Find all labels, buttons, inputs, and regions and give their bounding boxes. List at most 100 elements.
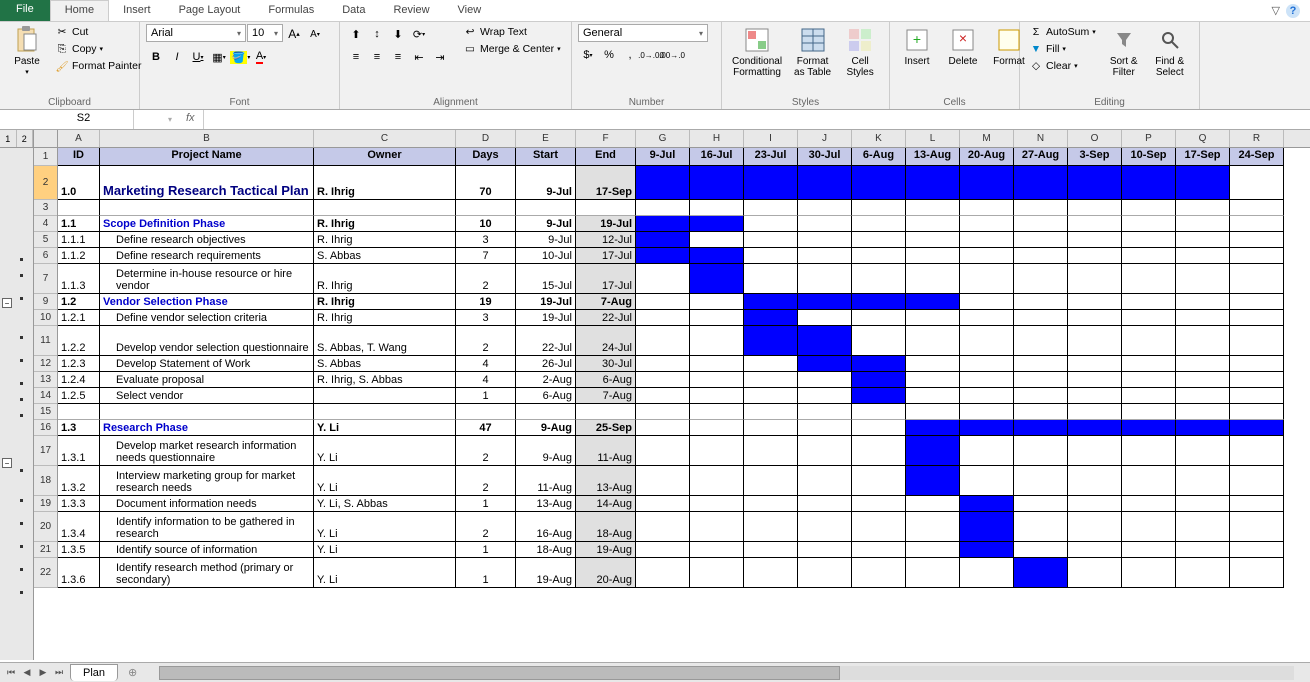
cell[interactable]: 26-Jul xyxy=(516,356,576,372)
cell[interactable] xyxy=(1230,558,1284,588)
col-header-B[interactable]: B xyxy=(100,130,314,147)
cell[interactable] xyxy=(852,404,906,420)
outline-level-2[interactable]: 2 xyxy=(17,130,34,147)
cell[interactable] xyxy=(576,404,636,420)
cell[interactable] xyxy=(906,356,960,372)
cell[interactable] xyxy=(1014,326,1068,356)
col-header-I[interactable]: I xyxy=(744,130,798,147)
horizontal-scrollbar[interactable] xyxy=(159,666,1294,680)
cell[interactable] xyxy=(960,232,1014,248)
tab-review[interactable]: Review xyxy=(379,0,443,21)
cell[interactable] xyxy=(1176,466,1230,496)
cell[interactable] xyxy=(1176,200,1230,216)
cell[interactable] xyxy=(690,310,744,326)
cell[interactable] xyxy=(314,388,456,404)
cell[interactable] xyxy=(1068,216,1122,232)
cell[interactable] xyxy=(1014,512,1068,542)
header-cell[interactable]: 6-Aug xyxy=(852,148,906,166)
cell[interactable]: 22-Jul xyxy=(516,326,576,356)
cell[interactable]: 3 xyxy=(456,232,516,248)
cell[interactable]: 17-Jul xyxy=(576,264,636,294)
cell[interactable] xyxy=(906,326,960,356)
formula-input[interactable] xyxy=(204,110,1310,129)
cell[interactable]: R. Ihrig xyxy=(314,216,456,232)
cell[interactable] xyxy=(1014,232,1068,248)
cell[interactable] xyxy=(744,436,798,466)
header-cell[interactable]: Project Name xyxy=(100,148,314,166)
font-size-combo[interactable]: 10▾ xyxy=(247,24,283,42)
cell[interactable]: 7-Aug xyxy=(576,294,636,310)
cell[interactable]: 1.1.1 xyxy=(58,232,100,248)
cell[interactable] xyxy=(1014,420,1068,436)
cell[interactable]: R. Ihrig xyxy=(314,294,456,310)
cell[interactable] xyxy=(1230,264,1284,294)
cell[interactable]: 7-Aug xyxy=(576,388,636,404)
cell[interactable] xyxy=(906,166,960,200)
cell[interactable]: R. Ihrig xyxy=(314,166,456,200)
fx-button[interactable]: fx xyxy=(178,110,204,129)
cell[interactable] xyxy=(798,294,852,310)
font-name-combo[interactable]: Arial▾ xyxy=(146,24,246,42)
cell[interactable]: Interview marketing group for market res… xyxy=(100,466,314,496)
cell[interactable] xyxy=(1068,310,1122,326)
cell[interactable] xyxy=(852,200,906,216)
cell[interactable] xyxy=(1230,248,1284,264)
percent-button[interactable]: % xyxy=(599,45,619,65)
name-box[interactable]: S2 xyxy=(34,110,134,129)
cell[interactable] xyxy=(1068,326,1122,356)
cell[interactable] xyxy=(1230,372,1284,388)
paste-button[interactable]: Paste▾ xyxy=(6,24,48,79)
row-header-9[interactable]: 9 xyxy=(34,294,57,310)
cell[interactable] xyxy=(516,200,576,216)
cell[interactable] xyxy=(636,166,690,200)
cell[interactable] xyxy=(744,232,798,248)
cell[interactable] xyxy=(1176,356,1230,372)
cell[interactable] xyxy=(1176,404,1230,420)
cell[interactable] xyxy=(690,248,744,264)
cell[interactable] xyxy=(1068,388,1122,404)
row-header-19[interactable]: 19 xyxy=(34,496,57,512)
cell[interactable] xyxy=(1176,512,1230,542)
align-right-button[interactable]: ≡ xyxy=(388,47,408,67)
cell[interactable]: 16-Aug xyxy=(516,512,576,542)
cell[interactable]: R. Ihrig, S. Abbas xyxy=(314,372,456,388)
cell[interactable]: 6-Aug xyxy=(576,372,636,388)
cell[interactable] xyxy=(798,232,852,248)
col-header-G[interactable]: G xyxy=(636,130,690,147)
cell[interactable] xyxy=(1230,216,1284,232)
cell[interactable] xyxy=(1068,166,1122,200)
cell[interactable] xyxy=(852,558,906,588)
cell[interactable]: 15-Jul xyxy=(516,264,576,294)
cell[interactable] xyxy=(906,420,960,436)
cell[interactable]: 2 xyxy=(456,264,516,294)
cell[interactable] xyxy=(798,558,852,588)
header-cell[interactable]: 23-Jul xyxy=(744,148,798,166)
insert-cells-button[interactable]: +Insert xyxy=(896,24,938,69)
cell[interactable] xyxy=(636,310,690,326)
row-header-10[interactable]: 10 xyxy=(34,310,57,326)
cell[interactable]: Develop Statement of Work xyxy=(100,356,314,372)
cell[interactable] xyxy=(906,388,960,404)
cell[interactable] xyxy=(636,264,690,294)
cell[interactable]: 20-Aug xyxy=(576,558,636,588)
cell[interactable]: 24-Jul xyxy=(576,326,636,356)
cell[interactable] xyxy=(1068,200,1122,216)
cell[interactable] xyxy=(1230,200,1284,216)
currency-button[interactable]: $▾ xyxy=(578,45,598,65)
cell[interactable] xyxy=(852,512,906,542)
cell[interactable] xyxy=(1122,558,1176,588)
cell[interactable] xyxy=(852,294,906,310)
cell[interactable]: 1.1.3 xyxy=(58,264,100,294)
col-header-E[interactable]: E xyxy=(516,130,576,147)
cell[interactable]: 1.2.2 xyxy=(58,326,100,356)
cell[interactable] xyxy=(906,310,960,326)
cell[interactable] xyxy=(744,264,798,294)
cell[interactable] xyxy=(744,512,798,542)
cell[interactable]: Identify research method (primary or sec… xyxy=(100,558,314,588)
cell[interactable] xyxy=(852,372,906,388)
header-cell[interactable]: Days xyxy=(456,148,516,166)
cell[interactable] xyxy=(798,512,852,542)
cell[interactable]: Define research requirements xyxy=(100,248,314,264)
find-select-button[interactable]: Find & Select xyxy=(1149,24,1191,80)
cell[interactable]: R. Ihrig xyxy=(314,310,456,326)
